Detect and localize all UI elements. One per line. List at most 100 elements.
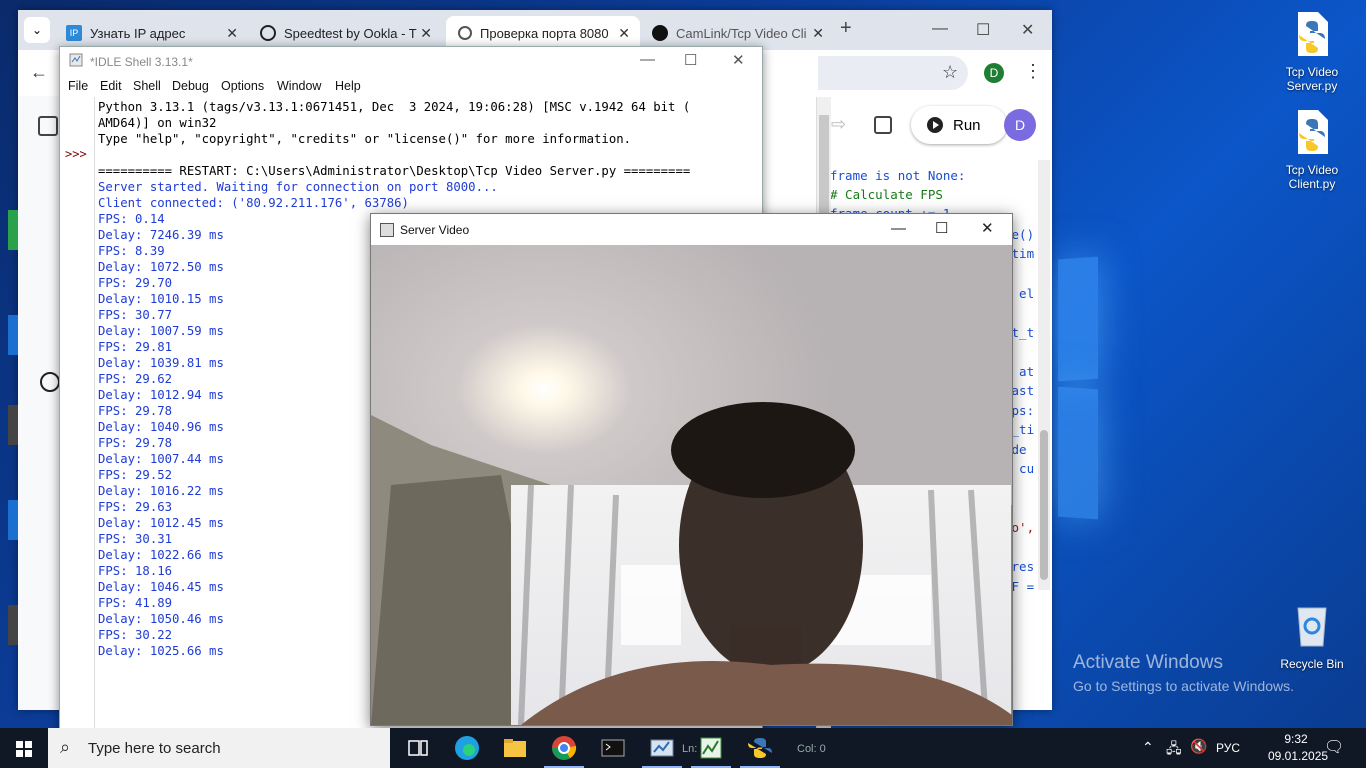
taskbar-search[interactable]: ⌕ Type here to search bbox=[48, 728, 390, 768]
globe-icon bbox=[458, 26, 472, 40]
task-manager-icon[interactable] bbox=[691, 732, 731, 768]
forward-arrow-icon[interactable]: ⇨ bbox=[831, 114, 846, 135]
shell-line: Client connected: ('80.92.211.176', 6378… bbox=[98, 196, 409, 210]
menu-options[interactable]: Options bbox=[221, 79, 264, 93]
volume-muted-icon[interactable]: 🔇 bbox=[1190, 738, 1207, 768]
idle-title: *IDLE Shell 3.13.1* bbox=[90, 55, 193, 69]
server-video-window: Server Video — ☐ ✕ bbox=[370, 213, 1013, 726]
openai-icon[interactable] bbox=[40, 372, 60, 392]
idle-status-col: Col: 0 bbox=[797, 743, 826, 755]
desktop-icon-partial[interactable] bbox=[8, 210, 18, 250]
python-file-icon bbox=[1298, 12, 1328, 56]
tab-github[interactable]: CamLink/Tcp Video Cli ✕ bbox=[640, 16, 834, 50]
minimize-button[interactable]: — bbox=[932, 20, 948, 38]
close-button[interactable]: ✕ bbox=[1021, 20, 1034, 40]
back-arrow-icon[interactable]: ← bbox=[30, 62, 48, 83]
windows-logo-wallpaper bbox=[1054, 256, 1354, 618]
star-icon[interactable]: ☆ bbox=[942, 62, 958, 83]
maximize-button[interactable]: ☐ bbox=[935, 219, 948, 237]
address-bar[interactable]: ☆ bbox=[818, 56, 968, 90]
chrome-icon[interactable] bbox=[544, 732, 584, 768]
github-icon bbox=[652, 25, 668, 41]
play-icon bbox=[927, 117, 943, 133]
idle-app-icon bbox=[69, 53, 83, 67]
close-button[interactable]: ✕ bbox=[732, 51, 745, 69]
desktop-icon-partial[interactable] bbox=[8, 405, 18, 445]
notifications-icon[interactable]: 🗨 bbox=[1324, 737, 1344, 768]
close-tab-icon[interactable]: ✕ bbox=[618, 25, 630, 42]
activate-title: Activate Windows bbox=[1073, 652, 1223, 673]
terminal-icon[interactable] bbox=[597, 732, 629, 764]
control-panel-icon[interactable] bbox=[642, 732, 682, 768]
taskbar: ⌕ Type here to search Ln: Col: 0 ⌃ 🖧 🔇 Р… bbox=[0, 728, 1366, 768]
idle-status-ln: Ln: bbox=[682, 743, 698, 755]
menu-edit[interactable]: Edit bbox=[100, 79, 122, 93]
copy-icon[interactable] bbox=[874, 116, 892, 134]
search-icon: ⌕ bbox=[60, 737, 71, 757]
desktop-icon-partial[interactable] bbox=[8, 500, 18, 540]
video-titlebar[interactable]: Server Video — ☐ ✕ bbox=[371, 214, 1012, 244]
prompt-gutter bbox=[60, 97, 95, 747]
desktop-icon-label: Tcp Video Server.py bbox=[1285, 65, 1339, 93]
idle-menubar: File Edit Shell Debug Options Window Hel… bbox=[60, 75, 762, 97]
menu-dots-icon[interactable]: ⋮ bbox=[1024, 61, 1042, 82]
tab-title: Speedtest by Ookla - T bbox=[284, 25, 417, 41]
start-button[interactable] bbox=[0, 728, 48, 768]
shell-line: Type "help", "copyright", "credits" or "… bbox=[98, 132, 632, 146]
menu-debug[interactable]: Debug bbox=[172, 79, 209, 93]
menu-help[interactable]: Help bbox=[335, 79, 361, 93]
code-line: frame is not None: bbox=[830, 168, 966, 183]
menu-window[interactable]: Window bbox=[277, 79, 321, 93]
python-idle-icon[interactable] bbox=[740, 732, 780, 768]
code-line: # Calculate FPS bbox=[830, 187, 943, 202]
windows-start-icon bbox=[16, 741, 32, 757]
profile-avatar[interactable]: D bbox=[984, 63, 1004, 83]
desktop-icon-partial[interactable] bbox=[8, 315, 18, 355]
user-avatar[interactable]: D bbox=[1004, 109, 1036, 141]
page-scrollbar[interactable] bbox=[1038, 160, 1050, 590]
edge-icon[interactable] bbox=[451, 732, 483, 764]
idle-titlebar[interactable]: *IDLE Shell 3.13.1* — ☐ ✕ bbox=[60, 47, 762, 75]
menu-file[interactable]: File bbox=[68, 79, 88, 93]
close-tab-icon[interactable]: ✕ bbox=[812, 25, 824, 42]
desktop-icon-client[interactable]: Tcp Video Client.py bbox=[1272, 108, 1352, 191]
show-hidden-icons-icon[interactable]: ⌃ bbox=[1142, 739, 1154, 768]
close-tab-icon[interactable]: ✕ bbox=[226, 25, 238, 42]
activate-subtitle: Go to Settings to activate Windows. bbox=[1073, 678, 1294, 694]
search-placeholder: Type here to search bbox=[88, 740, 221, 757]
new-tab-button[interactable]: + bbox=[840, 17, 852, 40]
desktop-icon-label: Tcp Video Client.py bbox=[1285, 163, 1339, 191]
tab-port-check[interactable]: Проверка порта 8080 ✕ bbox=[446, 16, 640, 50]
maximize-button[interactable]: ☐ bbox=[684, 51, 697, 69]
tab-speedtest[interactable]: Speedtest by Ookla - T ✕ bbox=[248, 16, 442, 50]
close-tab-icon[interactable]: ✕ bbox=[420, 25, 432, 42]
menu-shell[interactable]: Shell bbox=[133, 79, 161, 93]
desktop-icon-partial[interactable] bbox=[8, 605, 18, 645]
clock-date: 09.01.2025 bbox=[1268, 749, 1329, 763]
desktop-icon-server[interactable]: Tcp Video Server.py bbox=[1272, 10, 1352, 93]
clock[interactable]: 9:32 09.01.2025 bbox=[1268, 732, 1329, 768]
file-explorer-icon[interactable] bbox=[499, 732, 531, 764]
speedtest-icon bbox=[260, 25, 276, 41]
run-label: Run bbox=[953, 116, 981, 134]
minimize-button[interactable]: — bbox=[640, 51, 655, 68]
minimize-button[interactable]: — bbox=[891, 220, 906, 237]
run-button[interactable]: Run bbox=[911, 106, 1007, 144]
close-button[interactable]: ✕ bbox=[981, 219, 994, 237]
tab-ip[interactable]: IP Узнать IP адрес ✕ bbox=[54, 16, 248, 50]
python-file-icon bbox=[1298, 110, 1328, 154]
recycle-bin-icon bbox=[1297, 607, 1327, 647]
language-indicator[interactable]: РУС bbox=[1216, 741, 1240, 768]
task-view-icon[interactable] bbox=[402, 732, 434, 764]
shell-line: Server started. Waiting for connection o… bbox=[98, 180, 498, 194]
tab-title: CamLink/Tcp Video Cli bbox=[676, 25, 807, 41]
scrollbar-thumb[interactable] bbox=[1040, 430, 1048, 580]
maximize-button[interactable]: ☐ bbox=[976, 20, 990, 40]
ip-icon: IP bbox=[66, 25, 82, 41]
network-icon[interactable]: 🖧 bbox=[1166, 738, 1182, 768]
page-left-sidebar bbox=[18, 96, 61, 710]
shell-line: Python 3.13.1 (tags/v3.13.1:0671451, Dec… bbox=[98, 100, 691, 114]
tab-search-button[interactable]: ⌄ bbox=[24, 17, 50, 43]
left-desktop-icons-clipped bbox=[0, 150, 18, 710]
panel-icon[interactable] bbox=[38, 116, 58, 136]
